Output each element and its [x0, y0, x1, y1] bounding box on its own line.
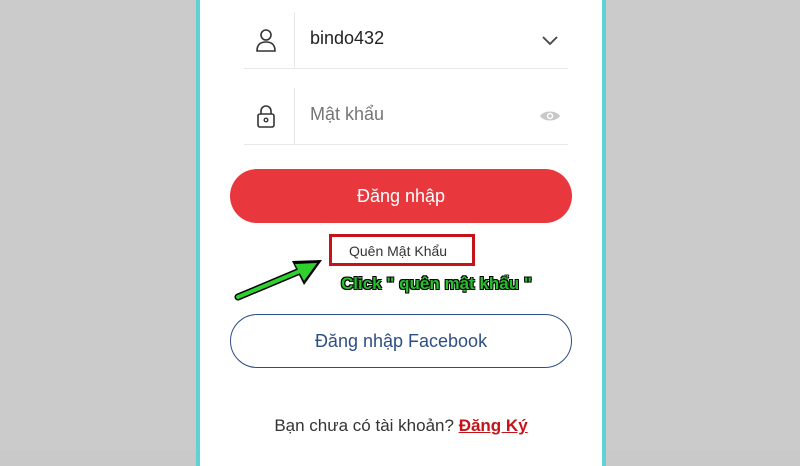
field-divider — [294, 12, 295, 68]
signup-link[interactable]: Đăng Ký — [459, 416, 528, 435]
phone-screen: bindo432 Đăng nhập Quên Mật Khẩu Đăng nh… — [196, 0, 606, 466]
eye-icon[interactable] — [538, 104, 562, 128]
forgot-password-highlight: Quên Mật Khẩu — [329, 234, 475, 266]
signup-prompt: Bạn chưa có tài khoản? — [274, 416, 454, 435]
annotation-text: Click " quên mật khẩu " — [341, 274, 532, 293]
chevron-down-icon[interactable] — [538, 28, 562, 52]
password-input[interactable] — [310, 104, 510, 125]
username-field[interactable]: bindo432 — [244, 12, 568, 69]
password-field[interactable] — [244, 88, 568, 145]
field-divider — [294, 88, 295, 144]
login-button[interactable]: Đăng nhập — [230, 169, 572, 223]
username-value[interactable]: bindo432 — [310, 28, 384, 49]
user-icon — [256, 29, 276, 52]
background-left — [0, 0, 196, 450]
facebook-login-button[interactable]: Đăng nhập Facebook — [230, 314, 572, 368]
lock-icon — [257, 105, 275, 128]
forgot-password-link[interactable]: Quên Mật Khẩu — [349, 243, 447, 259]
background-right — [604, 0, 800, 450]
signup-row: Bạn chưa có tài khoản? Đăng Ký — [200, 416, 602, 436]
arrow-icon — [234, 260, 322, 301]
